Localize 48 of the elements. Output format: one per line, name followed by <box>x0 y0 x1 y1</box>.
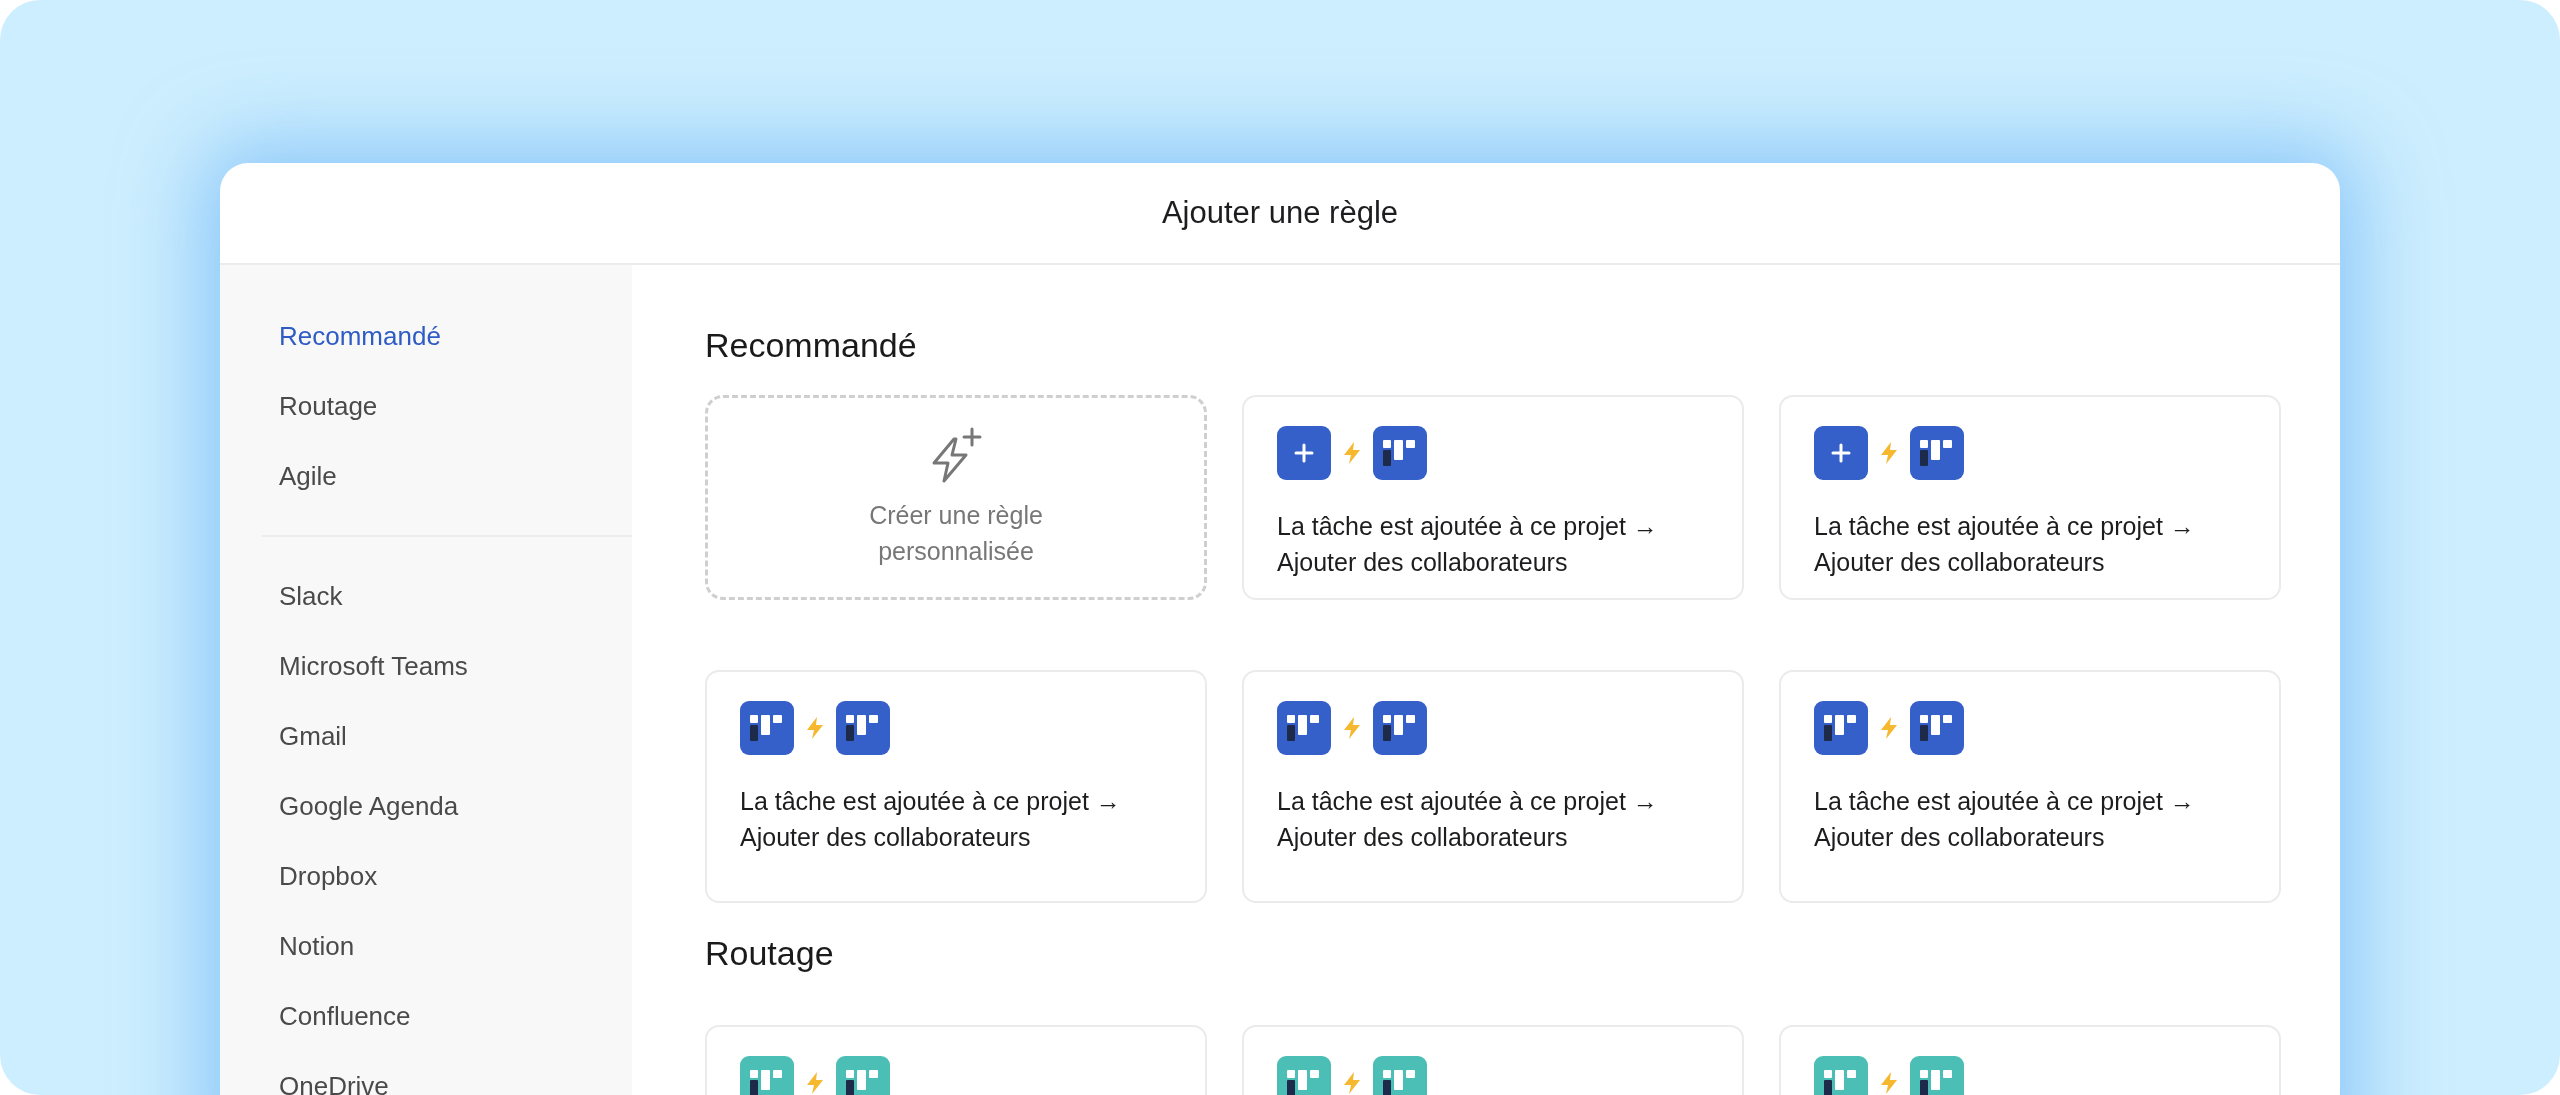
sidebar-item[interactable]: Recommandé <box>220 301 632 371</box>
rule-card[interactable]: La tâche est ajoutée à ce projet → Ajouter des collaborateurs <box>705 670 1207 903</box>
dialog-title: Ajouter une règle <box>1161 195 1399 231</box>
lightning-icon <box>1343 1072 1361 1094</box>
lightning-icon <box>806 1072 824 1094</box>
sidebar-item[interactable]: Gmail <box>220 701 632 771</box>
sidebar-item[interactable]: Google Agenda <box>220 771 632 841</box>
section-heading: Routage <box>705 933 835 974</box>
lightning-icon <box>806 717 824 739</box>
board-app-icon <box>1277 701 1331 755</box>
rule-trigger-text: La tâche est ajoutée à ce projet → <box>1277 786 1659 817</box>
rule-card[interactable]: La tâche est ajoutée à ce projet → Ajouter des collaborateurs <box>1242 395 1744 600</box>
sidebar-item[interactable]: Dropbox <box>220 841 632 911</box>
board-app-icon <box>1373 701 1427 755</box>
create-rule-card[interactable]: Créer une règle personnalisée <box>705 395 1207 600</box>
lightning-icon <box>1343 442 1361 464</box>
lightning-icon <box>1880 442 1898 464</box>
board-app-icon <box>1910 426 1964 480</box>
board-app-icon <box>740 701 794 755</box>
rule-action-text: Ajouter des collaborateurs <box>1277 547 1569 578</box>
section-heading: Recommandé <box>705 325 918 366</box>
board-app-icon <box>836 701 890 755</box>
rule-trigger-text: La tâche est ajoutée à ce projet → <box>1814 511 2196 542</box>
sidebar-item[interactable]: Slack <box>220 561 632 631</box>
rule-trigger-text: La tâche est ajoutée à ce projet → <box>740 786 1122 817</box>
rule-card[interactable]: La tâche est ajoutée à ce projet → Ajouter des collaborateurs <box>1242 670 1744 903</box>
sidebar-item[interactable]: Routage <box>220 371 632 441</box>
rule-action-text: Ajouter des collaborateurs <box>1814 822 2106 853</box>
rule-card[interactable]: La tâche est ajoutée à ce projet → Ajouter des collaborateurs <box>1779 395 2281 600</box>
lightning-icon <box>1343 717 1361 739</box>
rule-trigger-text: La tâche est ajoutée à ce projet → <box>1277 511 1659 542</box>
board-app-icon <box>1814 701 1868 755</box>
rule-action-text: Ajouter des collaborateurs <box>740 822 1032 853</box>
sidebar-item[interactable]: OneDrive <box>220 1051 632 1095</box>
rule-action-text: Ajouter des collaborateurs <box>1814 547 2106 578</box>
board-app-icon <box>1373 426 1427 480</box>
sidebar-item[interactable]: Notion <box>220 911 632 981</box>
sidebar-item[interactable]: Confluence <box>220 981 632 1051</box>
board-app-icon <box>1910 701 1964 755</box>
lightning-icon <box>1880 717 1898 739</box>
rule-action-text: Ajouter des collaborateurs <box>1277 822 1569 853</box>
sidebar-item[interactable]: Microsoft Teams <box>220 631 632 701</box>
rule-trigger-text: La tâche est ajoutée à ce projet → <box>1814 786 2196 817</box>
rule-card[interactable]: La tâche est ajoutée à ce projet → Ajouter des collaborateurs <box>1779 670 2281 903</box>
lightning-icon <box>1880 1072 1898 1094</box>
plus-app-icon <box>1277 426 1331 480</box>
plus-app-icon <box>1814 426 1868 480</box>
sidebar-item[interactable]: Agile <box>220 441 632 511</box>
